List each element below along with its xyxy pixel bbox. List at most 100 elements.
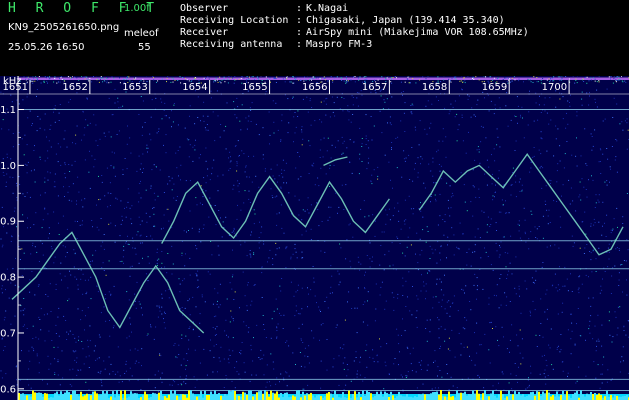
noise-speck xyxy=(562,370,564,372)
noise-floor-bin xyxy=(354,391,356,400)
noise-speck xyxy=(165,290,167,292)
noise-floor-bin xyxy=(246,394,248,400)
carrier-speck xyxy=(93,76,94,77)
noise-speck xyxy=(343,344,345,346)
carrier-speck xyxy=(273,77,275,78)
noise-speck xyxy=(14,210,15,212)
noise-speck xyxy=(67,287,69,289)
noise-speck xyxy=(405,306,407,307)
noise-speck xyxy=(226,298,228,300)
noise-speck xyxy=(515,181,517,183)
noise-speck xyxy=(541,266,543,268)
noise-speck xyxy=(85,293,87,295)
carrier-speck xyxy=(390,81,392,83)
noise-speck xyxy=(398,220,400,222)
carrier-speck xyxy=(300,80,302,81)
noise-speck xyxy=(225,148,227,150)
noise-speck xyxy=(96,226,98,228)
carrier-speck xyxy=(32,82,34,84)
noise-speck xyxy=(562,118,564,120)
noise-speck xyxy=(342,142,344,144)
receiver-label: Receiver xyxy=(180,27,229,38)
noise-speck xyxy=(402,285,404,287)
noise-speck xyxy=(332,292,333,294)
noise-speck xyxy=(314,184,316,186)
noise-speck xyxy=(253,253,255,255)
carrier-speck xyxy=(582,78,584,80)
noise-speck xyxy=(238,373,240,375)
noise-floor-bin xyxy=(96,393,98,400)
noise-speck xyxy=(47,213,49,215)
noise-speck xyxy=(440,289,442,291)
noise-speck xyxy=(178,354,180,355)
noise-speck xyxy=(320,101,322,103)
noise-speck xyxy=(270,168,272,170)
noise-speck xyxy=(10,94,12,96)
noise-speck xyxy=(500,304,502,306)
noise-speck xyxy=(211,167,213,169)
carrier-speck xyxy=(536,81,538,83)
noise-speck xyxy=(351,95,353,97)
noise-speck xyxy=(442,219,444,220)
noise-speck xyxy=(555,287,557,289)
noise-speck xyxy=(250,121,252,122)
noise-speck xyxy=(161,381,163,383)
noise-speck xyxy=(89,340,91,342)
noise-speck xyxy=(231,380,233,382)
noise-floor-bin xyxy=(430,393,432,400)
carrier-speck xyxy=(391,82,393,84)
noise-speck xyxy=(183,230,185,232)
noise-speck xyxy=(108,356,110,358)
noise-speck xyxy=(596,106,598,108)
noise-speck xyxy=(48,330,50,332)
noise-speck xyxy=(58,222,59,224)
noise-speck xyxy=(212,327,214,328)
carrier-speck xyxy=(497,77,499,79)
noise-speck xyxy=(4,316,6,318)
noise-speck xyxy=(196,184,198,186)
noise-speck xyxy=(518,224,520,226)
noise-speck xyxy=(1,206,3,208)
noise-speck xyxy=(598,201,600,203)
noise-speck xyxy=(409,179,411,180)
noise-speck xyxy=(590,259,592,261)
noise-speck xyxy=(261,226,263,228)
noise-speck xyxy=(216,334,217,335)
noise-speck xyxy=(187,300,189,302)
file-name: KN9_2505261650.png xyxy=(8,22,120,33)
noise-speck xyxy=(337,212,338,214)
noise-speck xyxy=(206,175,208,177)
noise-speck xyxy=(539,373,541,375)
noise-speck xyxy=(570,313,572,315)
carrier-speck xyxy=(275,78,277,79)
noise-floor-bin xyxy=(146,394,148,400)
noise-speck xyxy=(280,373,282,375)
noise-speck xyxy=(604,118,606,120)
noise-speck xyxy=(346,375,348,377)
noise-speck xyxy=(622,346,624,348)
noise-speck xyxy=(82,220,83,222)
noise-speck xyxy=(236,161,238,163)
noise-speck xyxy=(209,273,211,275)
noise-speck xyxy=(487,256,489,257)
noise-floor-bin xyxy=(364,396,366,400)
noise-speck xyxy=(216,90,218,92)
noise-speck xyxy=(419,238,421,240)
carrier-speck xyxy=(89,77,91,79)
noise-speck xyxy=(529,90,530,92)
carrier-speck xyxy=(100,77,102,78)
carrier-speck xyxy=(464,82,466,84)
noise-speck xyxy=(385,223,387,225)
noise-floor-bin xyxy=(544,393,546,400)
carrier-speck xyxy=(157,80,159,82)
noise-speck xyxy=(423,285,425,287)
noise-speck xyxy=(356,97,358,99)
noise-speck xyxy=(122,174,124,175)
noise-speck xyxy=(166,272,168,274)
noise-speck xyxy=(625,260,627,262)
noise-speck xyxy=(592,338,594,340)
noise-speck xyxy=(283,314,285,316)
noise-speck xyxy=(511,388,513,390)
noise-speck xyxy=(309,98,311,100)
noise-speck xyxy=(123,245,125,247)
